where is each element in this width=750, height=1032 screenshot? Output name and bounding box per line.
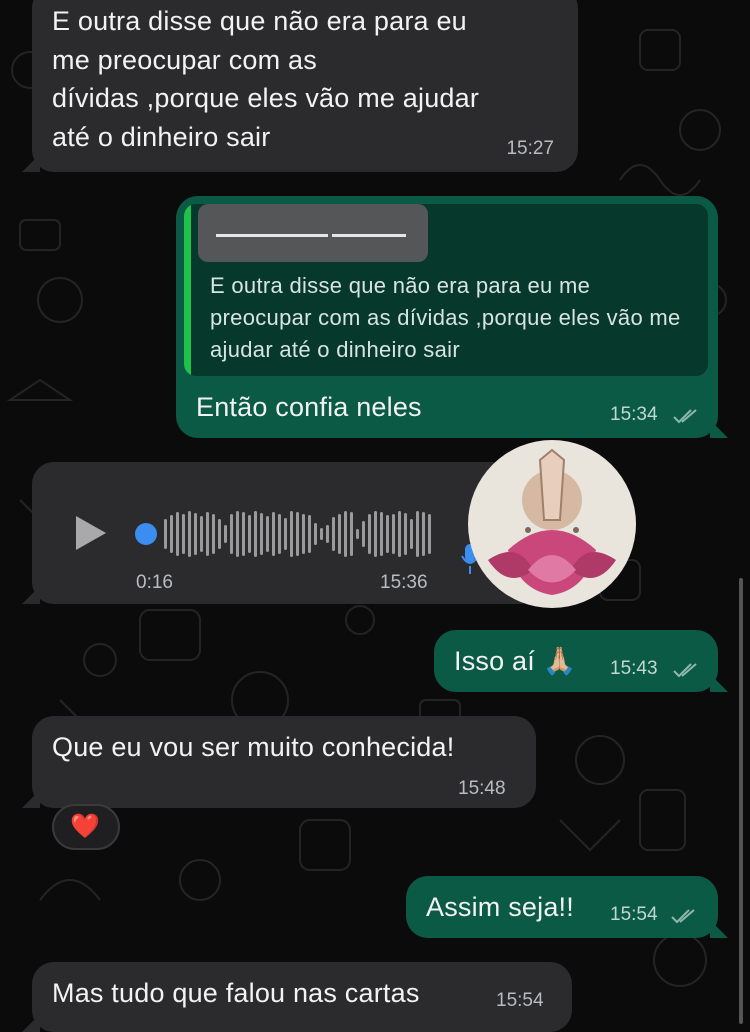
voice-waveform[interactable]: [132, 504, 432, 564]
waveform-bar: [398, 511, 401, 557]
message-timestamp: 15:43: [610, 658, 658, 679]
message-outgoing[interactable]: Assim seja!! 15:54: [406, 876, 728, 938]
waveform-bar: [194, 513, 197, 555]
read-receipt-icon: [671, 909, 695, 924]
waveform-bar: [164, 519, 167, 549]
waveform-bar: [428, 514, 431, 554]
message-outgoing[interactable]: E outra disse que não era para eu me pre…: [176, 196, 728, 438]
waveform-bar: [296, 512, 299, 556]
reaction-badge[interactable]: ❤️: [52, 804, 120, 850]
waveform-bar: [284, 518, 287, 550]
waveform-bar: [326, 525, 329, 543]
message-timestamp: 15:36: [380, 572, 428, 593]
quote-accent-bar: [184, 204, 191, 376]
message-text: Então confia neles: [196, 392, 422, 422]
quoted-message[interactable]: E outra disse que não era para eu me pre…: [184, 204, 708, 376]
waveform-bar: [218, 519, 221, 549]
message-incoming[interactable]: Mas tudo que falou nas cartas 15:54: [22, 962, 572, 1032]
waveform-bar: [320, 528, 323, 540]
waveform-bar: [380, 512, 383, 556]
waveform-bar: [410, 519, 413, 549]
play-icon[interactable]: [74, 514, 108, 552]
quoted-text: E outra disse que não era para eu me pre…: [210, 273, 681, 362]
waveform-bar: [386, 515, 389, 553]
scrollbar[interactable]: [739, 578, 743, 1024]
waveform-bar: [404, 513, 407, 555]
waveform-bar: [188, 511, 191, 557]
message-outgoing[interactable]: Isso aí 🙏🏼 15:43: [434, 630, 728, 692]
message-text-line: até o dinheiro sair: [52, 121, 271, 152]
waveform-bar: [236, 511, 239, 557]
waveform-bar: [266, 516, 269, 552]
voice-message[interactable]: 0:16 15:36: [22, 462, 542, 604]
quoted-sender-redacted: [198, 204, 428, 262]
message-text: Mas tudo que falou nas cartas: [52, 978, 420, 1008]
sender-avatar[interactable]: [468, 440, 636, 608]
waveform-bar: [422, 512, 425, 556]
waveform-bar: [416, 511, 419, 557]
waveform-bar: [362, 521, 365, 547]
waveform-bar: [206, 512, 209, 556]
waveform-bar: [254, 511, 257, 557]
waveform-bar: [368, 514, 371, 554]
message-text-line: dívidas ,porque eles vão me ajudar: [52, 83, 480, 113]
message-timestamp: 15:54: [610, 904, 658, 925]
waveform-bar: [200, 516, 203, 552]
read-receipt-icon: [673, 409, 697, 424]
waveform-bar: [176, 512, 179, 556]
message-timestamp: 15:27: [506, 138, 554, 159]
voice-duration: 0:16: [136, 572, 173, 593]
message-timestamp: 15:34: [610, 404, 658, 425]
message-text: Que eu vou ser muito conhecida!: [52, 732, 455, 762]
waveform-bar: [272, 512, 275, 556]
playback-position-dot: [135, 523, 157, 545]
waveform-bar: [308, 515, 311, 553]
message-timestamp: 15:48: [458, 778, 506, 799]
waveform-bar: [224, 525, 227, 543]
waveform-bar: [392, 514, 395, 554]
waveform-bar: [242, 512, 245, 556]
message-incoming[interactable]: E outra disse que não era para eu me pre…: [22, 0, 578, 172]
message-text: Assim seja!!: [426, 892, 574, 922]
waveform-bar: [314, 523, 317, 545]
waveform-bar: [260, 513, 263, 555]
waveform-bar: [374, 511, 377, 557]
message-text-line: E outra disse que não era para eu: [52, 6, 467, 36]
waveform-bar: [182, 514, 185, 554]
read-receipt-icon: [673, 663, 697, 678]
waveform-bar: [344, 511, 347, 557]
message-incoming[interactable]: Que eu vou ser muito conhecida! 15:48: [22, 716, 536, 808]
waveform-bar: [278, 514, 281, 554]
waveform-bar: [332, 517, 335, 551]
waveform-bar: [170, 515, 173, 553]
message-text-line: me preocupar com as: [52, 44, 317, 75]
waveform-bar: [356, 529, 359, 539]
waveform-bar: [248, 515, 251, 553]
waveform-bar: [302, 514, 305, 554]
message-timestamp: 15:54: [496, 990, 544, 1011]
waveform-bar: [212, 514, 215, 554]
waveform-bar: [350, 512, 353, 556]
message-text: Isso aí 🙏🏼: [454, 646, 577, 676]
waveform-bar: [338, 514, 341, 554]
waveform-bar: [230, 514, 233, 554]
heart-reaction-icon: ❤️: [70, 813, 100, 840]
waveform-bar: [290, 511, 293, 557]
